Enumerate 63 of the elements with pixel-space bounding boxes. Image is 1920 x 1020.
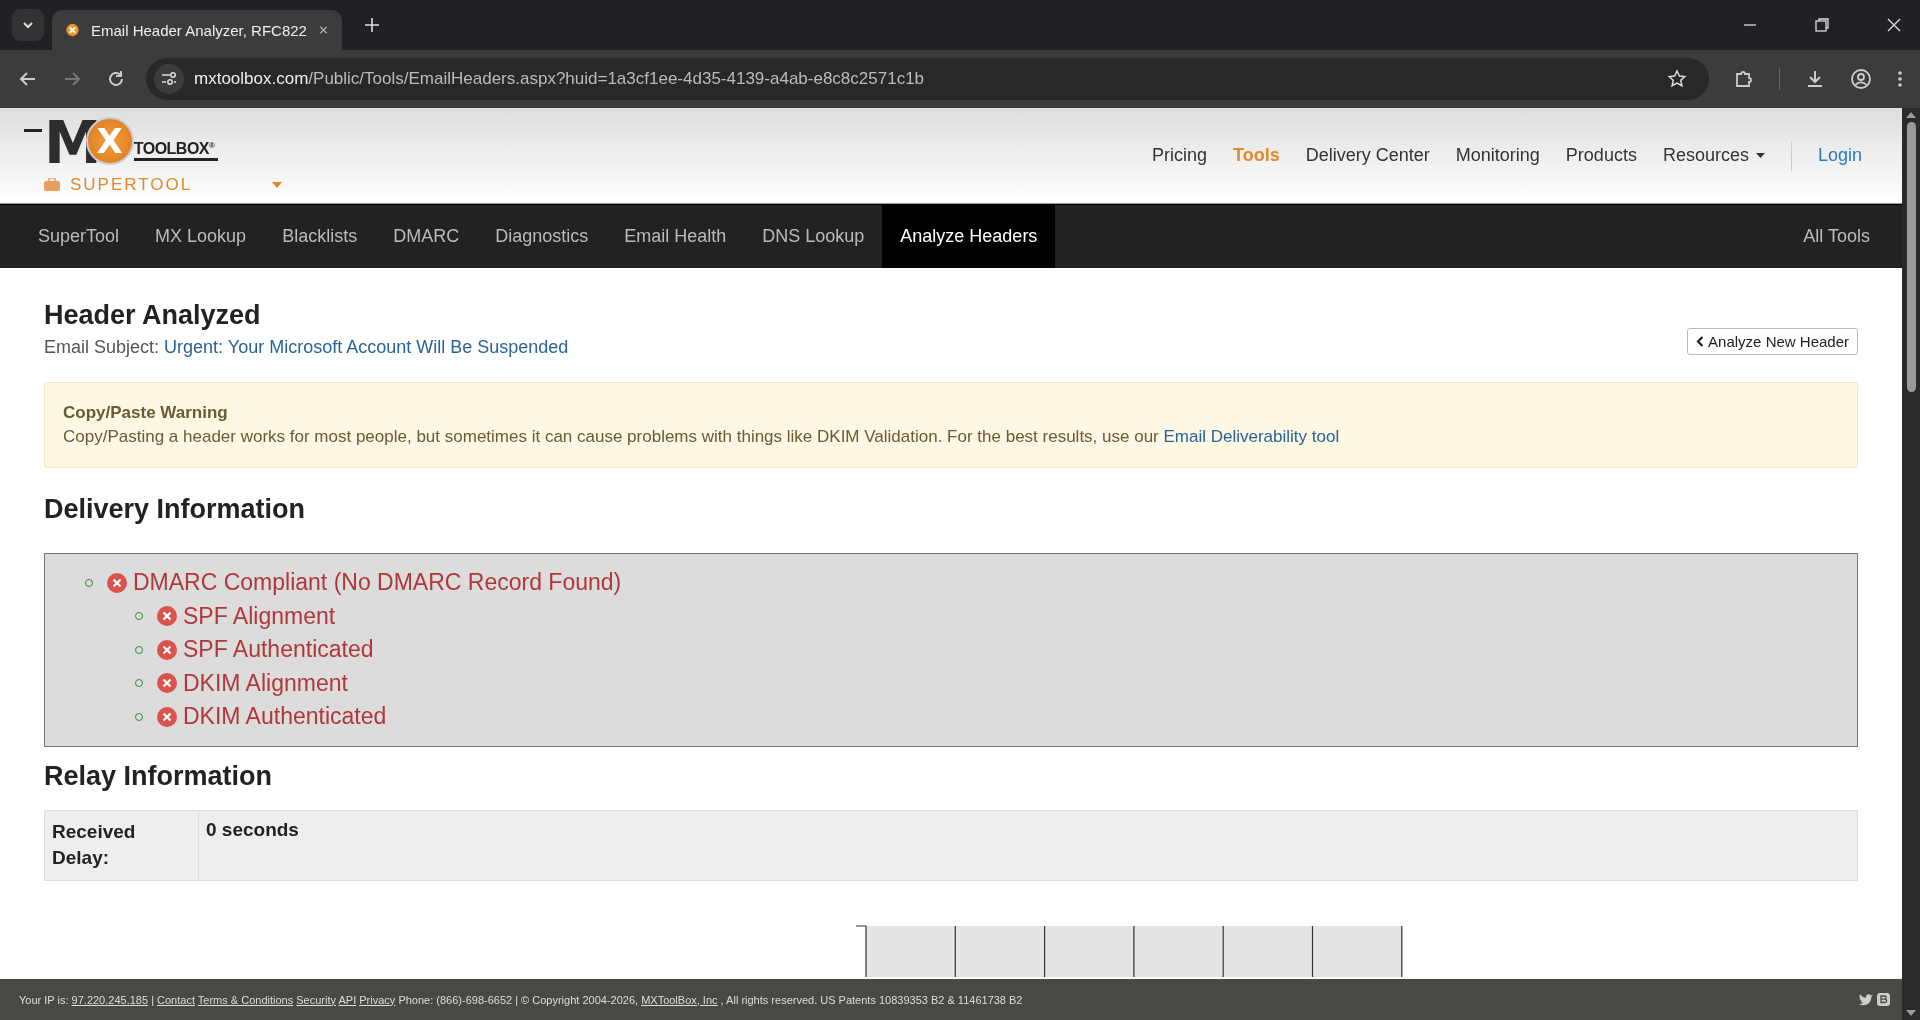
warning-text: Copy/Pasting a header works for most people, but sometimes it can cause problems with things like DKIM Validation. For the best results, use our Email Deliverability tool (63, 427, 1341, 447)
header-menu-item[interactable]: Delivery Center (1305, 145, 1430, 166)
section-heading: Delivery Information (44, 494, 307, 525)
scrollbar[interactable] (1902, 108, 1920, 1020)
footer-link[interactable]: API (338, 993, 357, 1006)
twitter-bird-icon[interactable] (1859, 993, 1873, 1006)
header-menu-item[interactable]: Resources (1662, 145, 1765, 166)
nav-tab[interactable]: Diagnostics (477, 205, 607, 268)
header-menu-item[interactable]: Pricing (1152, 145, 1208, 166)
check-result: DKIM Alignment (183, 669, 348, 697)
check-result: DKIM Authenticated (183, 703, 387, 731)
scroll-up-icon[interactable] (1906, 112, 1916, 118)
profile-icon[interactable] (1850, 68, 1872, 90)
nav-tab[interactable]: MX Lookup (137, 205, 265, 268)
section-heading: Relay Information (44, 760, 274, 792)
nav-tab[interactable]: DNS Lookup (744, 205, 883, 268)
address-bar[interactable]: mxtoolbox.com/Public/Tools/EmailHeaders.aspx?huid=1a3cf1ee-4d35-4139-a4ab-e8c8c2571c1b (146, 58, 1709, 100)
new-tab-icon[interactable] (364, 17, 380, 33)
check-result: DMARC Compliant (No DMARC Record Found) (133, 569, 622, 597)
caret-icon (272, 181, 283, 188)
warning-title: Copy/Paste Warning (63, 403, 229, 423)
extensions-icon[interactable] (1733, 68, 1755, 90)
tab-title: Email Header Analyzer, RFC822 (91, 21, 307, 39)
footer-link[interactable]: Security (296, 993, 336, 1006)
table-cell: Received Delay: (44, 810, 199, 881)
check-result: SPF Authenticated (183, 636, 374, 664)
bookmark-star-icon[interactable] (1667, 69, 1687, 89)
nav-tab[interactable]: DMARC (375, 205, 478, 268)
chevron-left-icon (1696, 336, 1705, 347)
browser-tab[interactable]: Email Header Analyzer, RFC822 (52, 10, 342, 50)
footer-link[interactable]: Terms & Conditions (197, 993, 294, 1006)
close-icon[interactable] (318, 23, 328, 37)
all-tools-link[interactable]: All Tools (1785, 205, 1888, 268)
subject-link[interactable]: Urgent: Your Microsoft Account Will Be Suspended (164, 337, 569, 357)
scroll-thumb[interactable] (1906, 122, 1916, 392)
menu-icon[interactable] (1896, 69, 1904, 89)
footer-link[interactable]: Privacy (359, 993, 396, 1006)
subject-label: Email Subject: (44, 337, 160, 357)
table-cell: 0 seconds (198, 810, 1858, 881)
nav-tab[interactable]: Analyze Headers (882, 205, 1056, 268)
login-link[interactable]: Login (1817, 145, 1862, 166)
footer-link[interactable]: Contact (157, 993, 195, 1006)
deliverability-link[interactable]: Email Deliverability tool (1163, 427, 1340, 446)
footer-link[interactable]: MXToolBox, Inc (641, 993, 718, 1006)
footer-text: Your IP is: 97.220.245.185 | Contact Terms & Conditions Security API Privacy Phone: (866)-698-6652 | © Copyright 2004-2026, MXToolBox, Inc , All rights reserved. US Patents 10839353 B2 & 11461738 B2 (19, 993, 1023, 1006)
analyze-new-header-button[interactable]: Analyze New Header (1687, 328, 1858, 355)
site-info-icon[interactable] (154, 64, 184, 94)
close-window-icon[interactable] (1886, 17, 1902, 33)
url-text: mxtoolbox.com/Public/Tools/EmailHeaders.aspx?huid=1a3cf1ee-4d35-4139-a4ab-e8c8c2571c1b (194, 69, 925, 89)
toolbox-icon (44, 178, 60, 191)
blog-icon[interactable] (1877, 993, 1890, 1006)
nav-tab[interactable]: Email Health (606, 205, 745, 268)
tab-list-button[interactable] (12, 9, 44, 41)
nav-tab[interactable]: SuperTool (20, 205, 138, 268)
scroll-down-icon[interactable] (1906, 1010, 1916, 1016)
header-menu-item[interactable]: Monitoring (1455, 145, 1540, 166)
reload-icon[interactable] (106, 69, 126, 89)
footer-link[interactable]: 97.220.245.185 (71, 993, 149, 1006)
check-result: SPF Alignment (183, 602, 336, 630)
header-menu-item[interactable]: Products (1565, 145, 1637, 166)
restore-icon[interactable] (1814, 17, 1830, 33)
nav-tab[interactable]: Blacklists (264, 205, 376, 268)
page-title: Header Analyzed (44, 300, 262, 331)
